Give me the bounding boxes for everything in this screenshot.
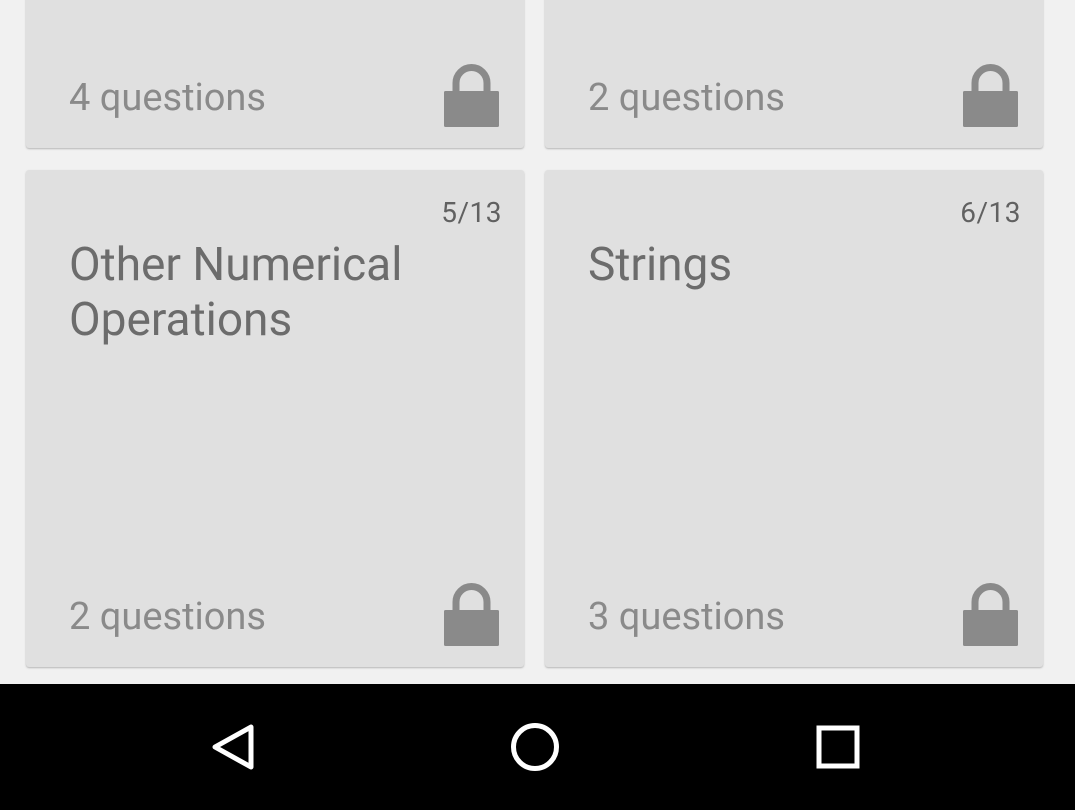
back-button[interactable] [198,712,268,782]
lock-icon [444,583,499,646]
recents-square-icon [816,725,860,769]
question-count: 2 questions [588,76,786,120]
lock-icon [444,64,499,127]
system-navigation-bar [0,684,1075,810]
topic-title: Strings [588,238,733,292]
topic-progress: 5/13 [441,196,502,229]
home-circle-icon [511,723,559,771]
recents-button[interactable] [803,712,873,782]
lock-icon [963,583,1018,646]
home-button[interactable] [500,712,570,782]
lock-icon [963,64,1018,127]
topic-title: Other Numerical Operations [69,238,403,347]
question-count: 3 questions [588,595,786,639]
back-triangle-icon [212,724,254,770]
topic-card[interactable]: 2 questions [545,0,1043,148]
topic-card[interactable]: 4 questions [26,0,524,148]
topic-card-strings[interactable]: 6/13 Strings 3 questions [545,170,1043,667]
question-count: 4 questions [69,76,267,120]
topic-progress: 6/13 [960,196,1021,229]
question-count: 2 questions [69,595,267,639]
topic-card-other-numerical-operations[interactable]: 5/13 Other Numerical Operations 2 questi… [26,170,524,667]
